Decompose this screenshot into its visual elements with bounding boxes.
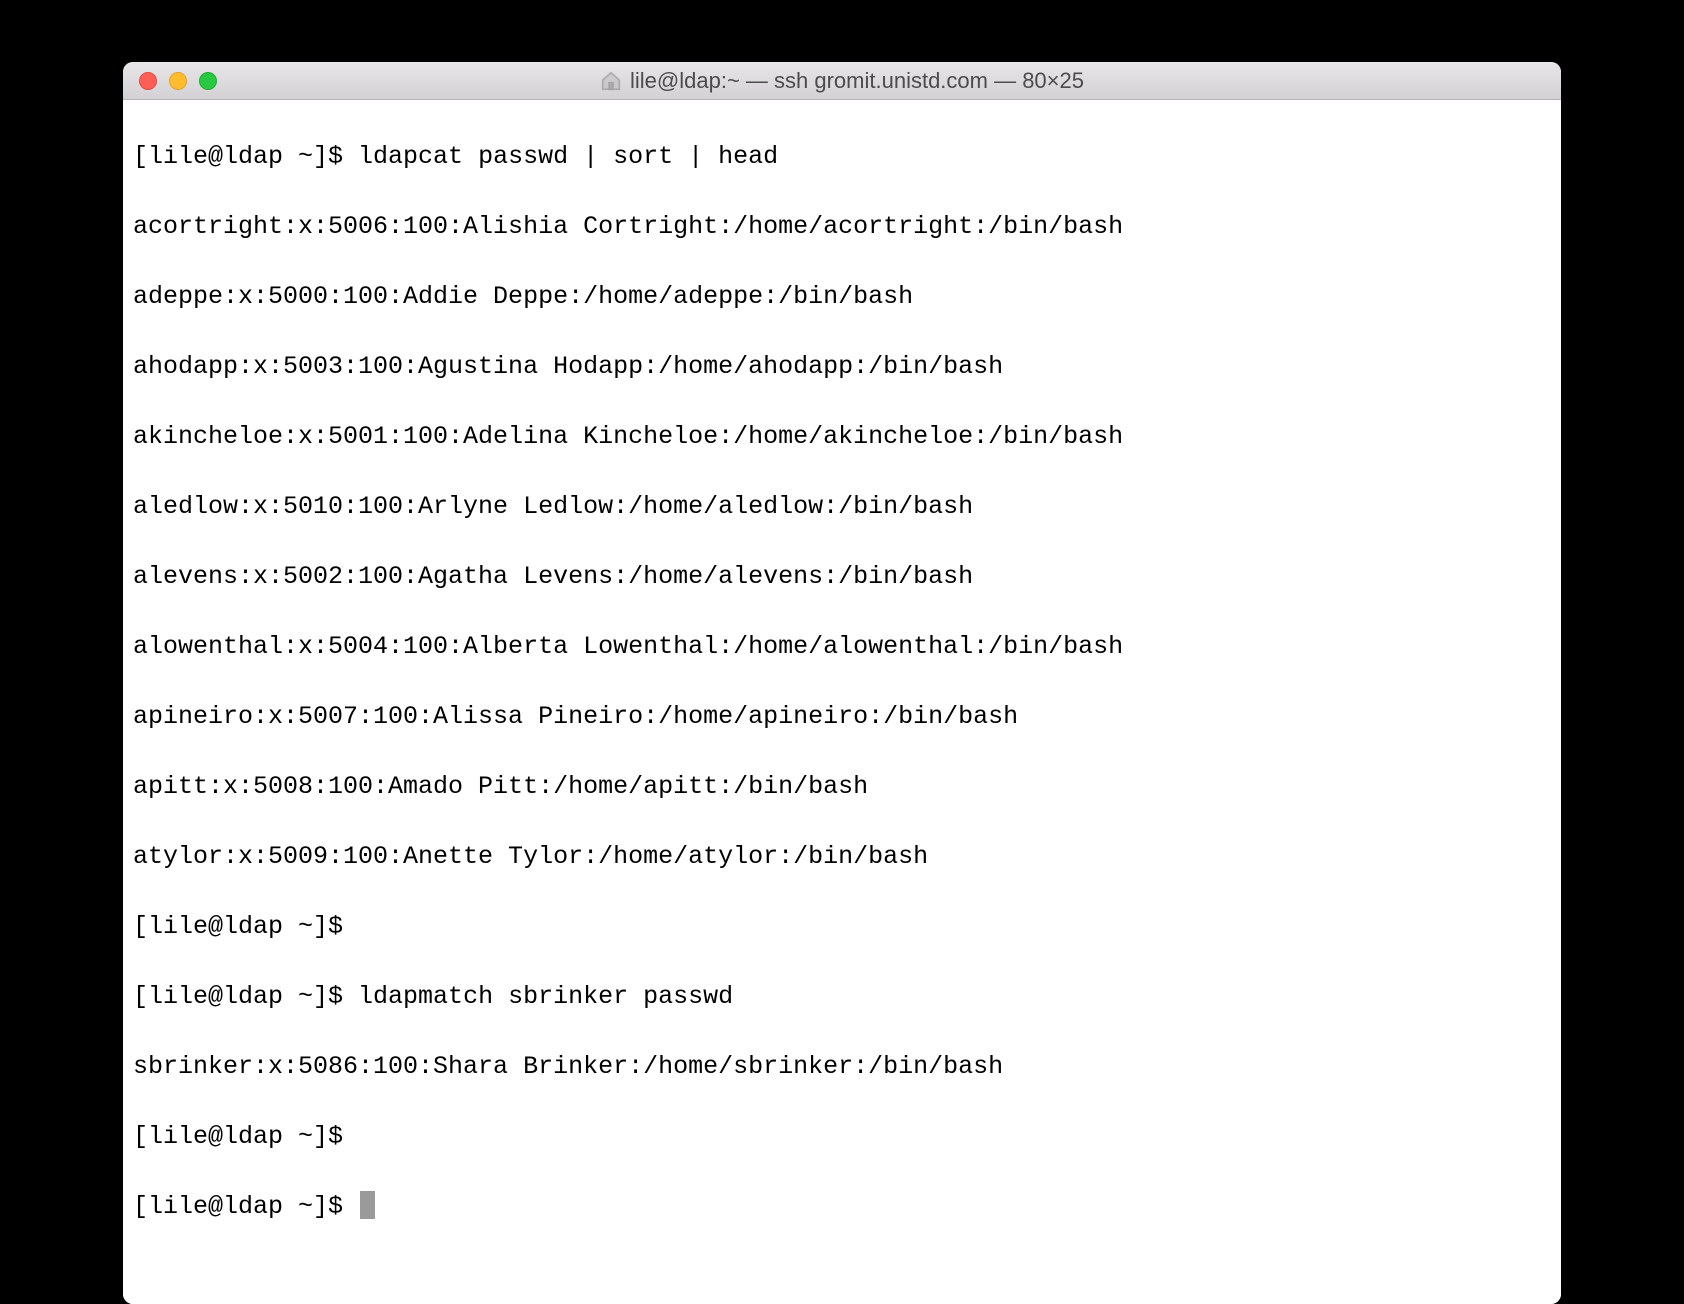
terminal-body[interactable]: [lile@ldap ~]$ ldapcat passwd | sort | h…	[123, 100, 1561, 1304]
prompt: [lile@ldap ~]$	[133, 912, 358, 941]
command-text: ldapmatch sbrinker passwd	[358, 982, 733, 1011]
output-line: ahodapp:x:5003:100:Agustina Hodapp:/home…	[133, 349, 1551, 384]
prompt: [lile@ldap ~]$	[133, 1122, 358, 1151]
output-line: alevens:x:5002:100:Agatha Levens:/home/a…	[133, 559, 1551, 594]
terminal-window: lile@ldap:~ — ssh gromit.unistd.com — 80…	[123, 62, 1561, 1304]
output-line: alowenthal:x:5004:100:Alberta Lowenthal:…	[133, 629, 1551, 664]
prompt: [lile@ldap ~]$	[133, 1192, 358, 1221]
prompt-line: [lile@ldap ~]$ ldapcat passwd | sort | h…	[133, 139, 1551, 174]
output-line: sbrinker:x:5086:100:Shara Brinker:/home/…	[133, 1049, 1551, 1084]
output-line: aledlow:x:5010:100:Arlyne Ledlow:/home/a…	[133, 489, 1551, 524]
output-line: acortright:x:5006:100:Alishia Cortright:…	[133, 209, 1551, 244]
prompt-line: [lile@ldap ~]$	[133, 1119, 1551, 1154]
maximize-button[interactable]	[199, 72, 217, 90]
output-line: apitt:x:5008:100:Amado Pitt:/home/apitt:…	[133, 769, 1551, 804]
minimize-button[interactable]	[169, 72, 187, 90]
output-line: akincheloe:x:5001:100:Adelina Kincheloe:…	[133, 419, 1551, 454]
window-title: lile@ldap:~ — ssh gromit.unistd.com — 80…	[600, 68, 1084, 94]
output-line: adeppe:x:5000:100:Addie Deppe:/home/adep…	[133, 279, 1551, 314]
cursor	[360, 1191, 375, 1219]
prompt-line: [lile@ldap ~]$	[133, 909, 1551, 944]
prompt: [lile@ldap ~]$	[133, 982, 358, 1011]
prompt-line-active: [lile@ldap ~]$	[133, 1189, 1551, 1224]
traffic-lights	[139, 72, 217, 90]
window-titlebar[interactable]: lile@ldap:~ — ssh gromit.unistd.com — 80…	[123, 62, 1561, 100]
prompt-line: [lile@ldap ~]$ ldapmatch sbrinker passwd	[133, 979, 1551, 1014]
close-button[interactable]	[139, 72, 157, 90]
prompt: [lile@ldap ~]$	[133, 142, 358, 171]
command-text: ldapcat passwd | sort | head	[358, 142, 778, 171]
output-line: atylor:x:5009:100:Anette Tylor:/home/aty…	[133, 839, 1551, 874]
home-icon	[600, 70, 622, 92]
output-line: apineiro:x:5007:100:Alissa Pineiro:/home…	[133, 699, 1551, 734]
window-title-text: lile@ldap:~ — ssh gromit.unistd.com — 80…	[630, 68, 1084, 94]
